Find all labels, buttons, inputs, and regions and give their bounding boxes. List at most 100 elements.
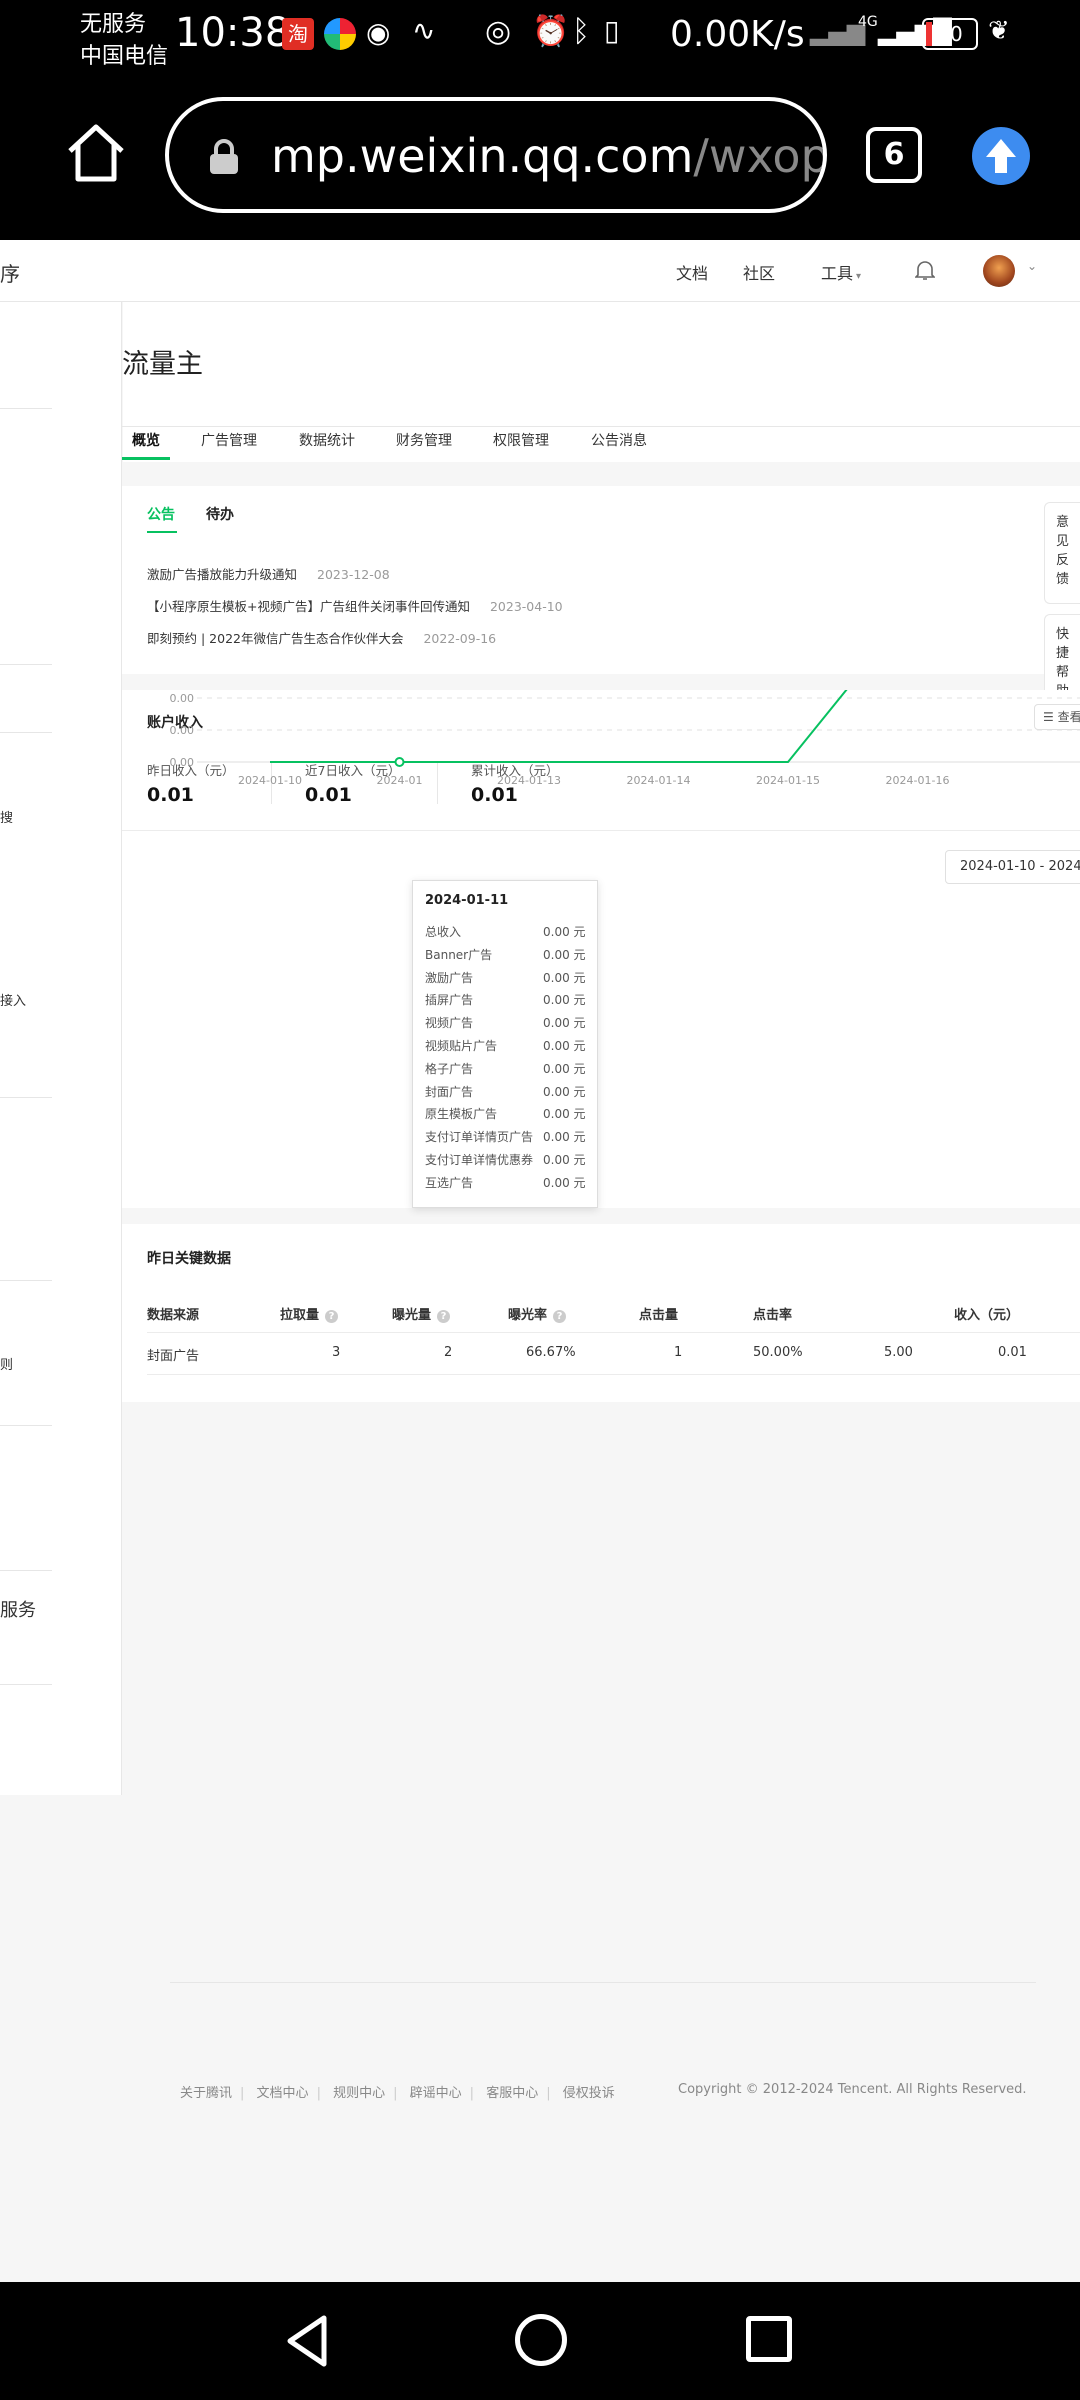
footer-link-rules[interactable]: 规则中心 [333,2086,385,2101]
upload-button[interactable] [972,127,1030,185]
y-tick-label: 0.00 [170,724,195,737]
notice-tab-announcements[interactable]: 公告 [147,504,175,524]
feedback-char: 馈 [1055,572,1069,587]
y-tick-label: 0.00 [170,692,195,705]
tooltip-row-label: 视频广告 [425,1016,474,1031]
footer-copyright: Copyright © 2012-2024 Tencent. All Right… [678,2082,1027,2097]
feedback-char: 反 [1055,553,1069,568]
tooltip-date: 2024-01-11 [425,893,509,908]
notice-item[interactable]: 激励广告播放能力升级通知 2023-12-08 [147,564,390,583]
tooltip-row-value: 0.00 元 [543,1039,586,1053]
key-data-title: 昨日关键数据 [147,1251,231,1267]
tab-overview[interactable]: 概览 [132,430,160,450]
cell-requests: 3 [332,1345,341,1360]
feedback-char: 意 [1055,515,1069,530]
footer-link-support[interactable]: 客服中心 [486,2086,538,2101]
footer-link-about[interactable]: 关于腾讯 [180,2086,232,2101]
y-tick-label: 0.00 [170,756,195,769]
col-ctr: 点击率 [753,1308,793,1323]
cell-revenue: 0.01 [998,1345,1027,1360]
tooltip-row-label: 插屏广告 [425,993,474,1008]
taobao-icon: 淘 [282,18,314,50]
url-bar[interactable]: mp.weixin.qq.com/wxope [165,97,827,213]
alarm-icon: ⏰ [532,14,570,49]
feedback-button[interactable]: 意 见 反 馈 [1044,502,1080,604]
help-char: 捷 [1055,646,1069,661]
avatar[interactable] [983,255,1015,287]
tab-count-button[interactable]: 6 [866,127,922,183]
table-divider [147,1374,1080,1375]
header-link-community[interactable]: 社区 [743,260,775,284]
x-tick-label: 2024-01-16 [886,774,950,787]
series-line [270,690,848,763]
browser-toolbar: mp.weixin.qq.com/wxope 6 [0,75,1080,240]
notice-item[interactable]: 【小程序原生模板+视频广告】广告组件关闭事件回传通知 2023-04-10 [147,596,563,615]
sidebar: 搜 接入 则 服务 [0,302,122,1795]
sidebar-item-service[interactable]: 服务 [0,1596,36,1622]
help-icon[interactable]: ? [325,1310,339,1323]
recents-icon[interactable] [746,2316,792,2362]
bell-icon[interactable] [914,259,936,281]
url-domain: mp.weixin.qq.com [271,129,694,183]
tooltip-row-value: 0.00 元 [543,1175,586,1190]
home-nav-icon[interactable] [515,2314,567,2366]
sidebar-divider [0,408,52,409]
sidebar-divider [0,1097,52,1098]
tooltip-row-label: 支付订单详情页广告 [425,1130,534,1145]
col-impression-rate-label: 曝光率 [508,1308,548,1323]
tooltip-row-label: 视频贴片广告 [425,1039,498,1053]
system-nav-bar [0,2282,1080,2400]
tooltip-row-value: 0.00 元 [543,1107,586,1122]
header-link-docs[interactable]: 文档 [676,260,708,284]
clock: 10:38 [175,10,291,56]
leaf-icon: ❦ [988,16,1010,46]
hovered-data-point[interactable] [394,757,405,767]
col-impressions: 曝光量? [392,1304,451,1323]
app-icon [324,18,356,50]
tooltip-row-value: 0.00 元 [543,993,586,1008]
notice-title: 【小程序原生模板+视频广告】广告组件关闭事件回传通知 [147,599,470,614]
tooltip-row-label: 激励广告 [425,970,474,985]
footer-link-rumor[interactable]: 辟谣中心 [410,2086,462,2101]
footer-link-docs[interactable]: 文档中心 [257,2086,309,2101]
chevron-down-icon: ▾ [856,271,862,282]
home-icon[interactable] [64,123,128,183]
tooltip-row-value: 0.00 元 [543,970,586,985]
cell-source: 封面广告 [147,1349,200,1364]
tab-finance[interactable]: 财务管理 [396,430,452,450]
sidebar-item-access[interactable]: 接入 [0,990,26,1009]
col-impressions-label: 曝光量 [392,1308,432,1323]
tab-ad-management[interactable]: 广告管理 [201,430,257,450]
status-bar: 无服务 中国电信 10:38 淘 ◉ ∿ ◎ ⏰ ᛒ ▯ 0.00K/s ▂▄▆… [0,0,1080,75]
cell-ecpm: 5.00 [884,1345,913,1360]
tab-permissions[interactable]: 权限管理 [493,430,549,450]
help-icon[interactable]: ? [437,1310,451,1323]
arrow-up-icon [986,139,1016,173]
tools-label: 工具 [821,264,854,283]
header-link-tools[interactable]: 工具 ▾ [821,260,861,284]
notice-date: 2022-09-16 [423,631,497,646]
notice-title: 激励广告播放能力升级通知 [147,567,298,582]
notice-date: 2023-12-08 [317,567,390,582]
net-speed: 0.00K/s [670,14,805,55]
back-icon[interactable] [282,2314,332,2368]
notice-item[interactable]: 即刻预约 | 2022年微信广告生态合作伙伴大会 2022-09-16 [147,628,496,647]
notice-date: 2023-04-10 [489,599,563,614]
sidebar-divider [0,732,52,733]
tab-announcements[interactable]: 公告消息 [591,430,647,450]
page-body: 搜 接入 则 服务 流量主 概览 广告管理 数据统计 财务管理 权限管理 公告消… [0,302,1080,2282]
sidebar-item-rules[interactable]: 则 [0,1354,13,1373]
x-tick-label: 2024-01-10 [238,774,302,787]
footer-divider [170,1982,1036,1983]
footer-link-infringement[interactable]: 侵权投诉 [563,2086,615,2101]
notice-tab-todo[interactable]: 待办 [206,504,234,524]
col-source: 数据来源 [147,1308,200,1323]
help-icon[interactable]: ? [553,1310,567,1323]
sidebar-item-search[interactable]: 搜 [0,807,13,826]
col-requests-label: 拉取量 [280,1308,320,1323]
tooltip-row-value: 0.00 元 [543,925,586,939]
avatar-chevron-icon[interactable]: ⌄ [1027,259,1037,273]
x-tick-label: 2024-01-13 [497,774,561,787]
tab-data-stats[interactable]: 数据统计 [299,430,355,450]
chart-tooltip: 2024-01-11 总收入 0.00 元 Banner广告 0.00 元激励广告 0.… [412,880,598,1208]
